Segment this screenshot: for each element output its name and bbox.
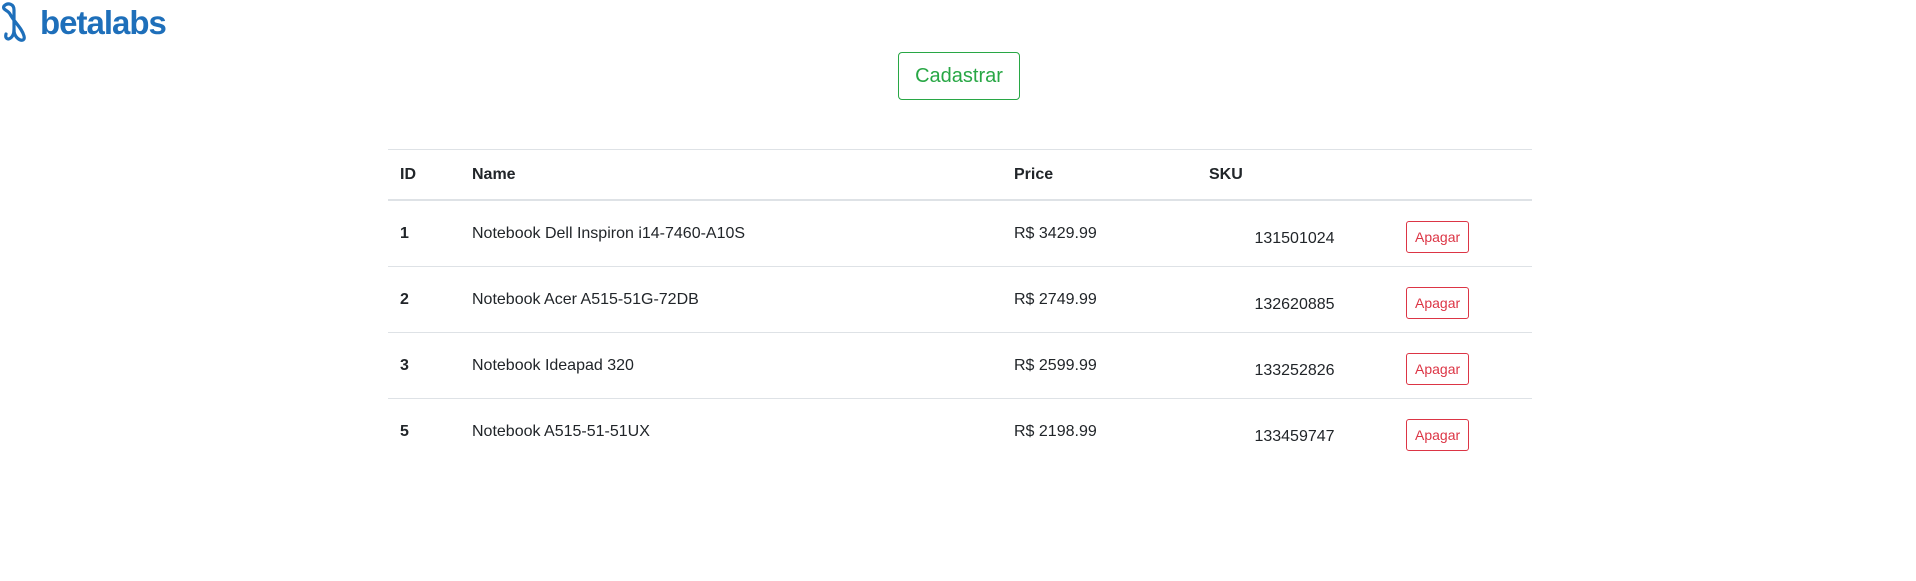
table-row: 1 Notebook Dell Inspiron i14-7460-A10S R… <box>388 200 1532 267</box>
table-header: ID Name Price SKU <box>388 149 1532 201</box>
header-id: ID <box>388 149 460 201</box>
logo-text: betalabs <box>40 3 167 41</box>
row-actions: Apagar <box>1392 399 1532 465</box>
row-price: R$ 2599.99 <box>1002 332 1197 399</box>
row-name: Notebook Dell Inspiron i14-7460-A10S <box>460 200 1002 267</box>
row-price: R$ 2198.99 <box>1014 422 1097 440</box>
cadastrar-button[interactable]: Cadastrar <box>898 52 1020 100</box>
row-name: Notebook Acer A515-51G-72DB <box>460 266 1002 333</box>
table-header-row: ID Name Price SKU <box>388 149 1532 201</box>
header-actions <box>1392 149 1532 201</box>
row-actions: Apagar <box>1392 266 1532 333</box>
row-id: 1 <box>388 200 460 267</box>
header-sku: SKU <box>1197 149 1392 201</box>
row-sku: 133459747 <box>1254 427 1335 445</box>
table-row: 5 Notebook A515-51-51UX R$ 2198.99 13345… <box>388 399 1532 465</box>
row-sku: 133252826 <box>1197 332 1392 399</box>
apagar-button[interactable]: Apagar <box>1406 418 1470 451</box>
products-table-container: ID Name Price SKU 1 Notebook Dell Inspir… <box>388 149 1532 464</box>
products-table: ID Name Price SKU 1 Notebook Dell Inspir… <box>388 149 1532 464</box>
row-id: 3 <box>388 332 460 399</box>
apagar-button[interactable]: Apagar <box>1406 220 1470 253</box>
row-name: Notebook Ideapad 320 <box>460 332 1002 399</box>
row-price: R$ 3429.99 <box>1002 200 1197 267</box>
table-row: 3 Notebook Ideapad 320 R$ 2599.99 133252… <box>388 332 1532 399</box>
row-id: 2 <box>388 266 460 333</box>
apagar-button[interactable]: Apagar <box>1406 352 1470 385</box>
row-id: 5 <box>400 422 409 440</box>
apagar-button[interactable]: Apagar <box>1406 286 1470 319</box>
table-body: 1 Notebook Dell Inspiron i14-7460-A10S R… <box>388 200 1532 464</box>
header-name: Name <box>460 149 1002 201</box>
betalabs-logo-icon <box>2 2 26 42</box>
row-sku: 132620885 <box>1197 266 1392 333</box>
page: betalabs Cadastrar ID Name Price SKU 1 N… <box>0 0 1916 581</box>
row-actions: Apagar <box>1392 200 1532 267</box>
row-sku: 131501024 <box>1197 200 1392 267</box>
betalabs-logo[interactable]: betalabs <box>0 0 167 48</box>
row-actions: Apagar <box>1392 332 1532 399</box>
row-price: R$ 2749.99 <box>1002 266 1197 333</box>
table-row: 2 Notebook Acer A515-51G-72DB R$ 2749.99… <box>388 266 1532 333</box>
row-name: Notebook A515-51-51UX <box>472 422 650 440</box>
header-price: Price <box>1002 149 1197 201</box>
